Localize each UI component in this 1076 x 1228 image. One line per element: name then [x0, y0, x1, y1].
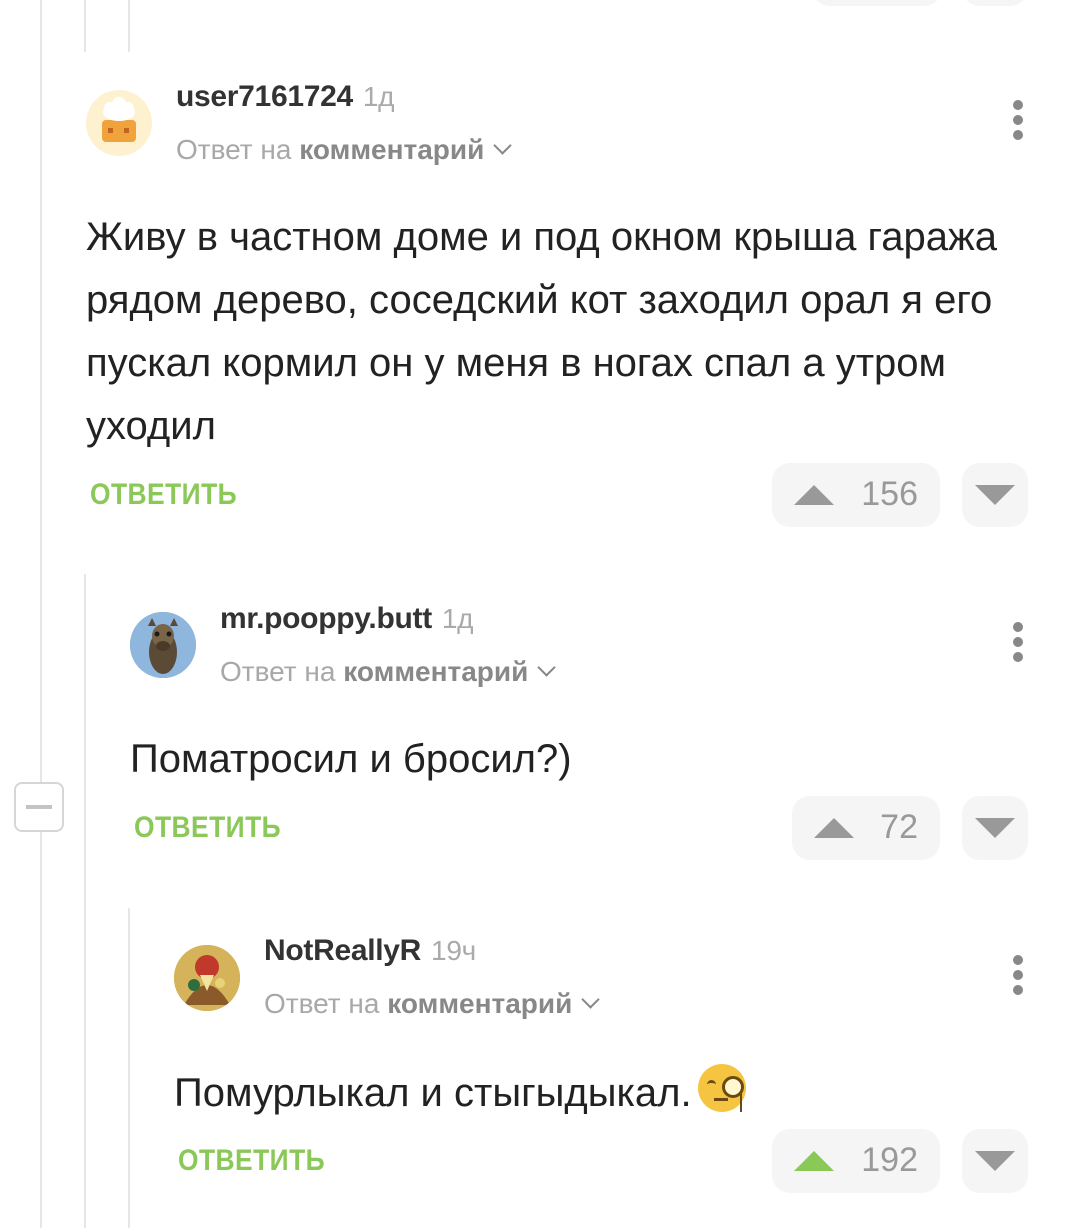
minus-icon: [26, 805, 52, 809]
more-options-icon[interactable]: [1008, 622, 1028, 672]
upvote-button[interactable]: 192: [772, 1129, 940, 1193]
comment-username[interactable]: mr.pooppy.butt 1д: [220, 602, 474, 636]
reply-to-link[interactable]: Ответ на комментарий: [176, 134, 513, 166]
thread-line-level1: [84, 0, 86, 52]
reply-to-link[interactable]: Ответ на комментарий: [220, 656, 557, 688]
more-options-icon[interactable]: [1008, 955, 1028, 1005]
reply-button[interactable]: ОТВЕТИТЬ: [90, 478, 237, 512]
thread-line-root: [40, 0, 42, 1228]
upvote-arrow-icon: [794, 485, 834, 505]
collapse-thread-button[interactable]: [14, 782, 64, 832]
rating-count: 72: [880, 808, 918, 846]
avatar[interactable]: [86, 90, 152, 156]
downvote-button[interactable]: [962, 1129, 1028, 1193]
chevron-down-icon: [493, 136, 513, 155]
avatar-comic-icon: [174, 945, 240, 1011]
comment-time: 19ч: [431, 935, 476, 966]
upvote-arrow-icon: [794, 1151, 834, 1171]
upvote-arrow-icon: [814, 818, 854, 838]
downvote-button[interactable]: [962, 463, 1028, 527]
thread-line-level2: [84, 574, 86, 1228]
comment-text: Помурлыкал и стыгыдыкал.: [174, 1062, 1014, 1125]
comment-text: Живу в частном доме и под окном крыша га…: [86, 215, 997, 448]
avatar[interactable]: [174, 945, 240, 1011]
upvote-button[interactable]: 156: [772, 463, 940, 527]
thread-line-level1-b: [128, 0, 130, 52]
rating-count: 192: [861, 1141, 918, 1179]
prev-vote-up-button[interactable]: [812, 0, 942, 6]
downvote-arrow-icon: [975, 485, 1015, 505]
prev-vote-down-button[interactable]: [962, 0, 1028, 6]
reply-to-link[interactable]: Ответ на комментарий: [264, 988, 601, 1020]
upvote-button[interactable]: 72: [792, 796, 940, 860]
downvote-button[interactable]: [962, 796, 1028, 860]
thread-line-level3: [128, 908, 130, 1228]
reply-button[interactable]: ОТВЕТИТЬ: [134, 811, 281, 845]
reply-button[interactable]: ОТВЕТИТЬ: [178, 1144, 325, 1178]
comment-username[interactable]: NotReallyR 19ч: [264, 934, 476, 968]
avatar-camel-icon: [130, 612, 196, 678]
chevron-down-icon: [537, 658, 557, 677]
comment-time: 1д: [362, 81, 395, 112]
chevron-down-icon: [581, 990, 601, 1009]
monocle-face-emoji: [697, 1064, 746, 1112]
downvote-arrow-icon: [975, 818, 1015, 838]
comment-username[interactable]: user7161724 1д: [176, 80, 394, 114]
more-options-icon[interactable]: [1008, 100, 1028, 150]
comment-text: Поматросил и бросил?): [130, 737, 572, 781]
avatar-chef-icon: [102, 97, 136, 142]
downvote-arrow-icon: [975, 1151, 1015, 1171]
rating-count: 156: [861, 475, 918, 513]
avatar[interactable]: [130, 612, 196, 678]
comment-time: 1д: [441, 603, 474, 634]
